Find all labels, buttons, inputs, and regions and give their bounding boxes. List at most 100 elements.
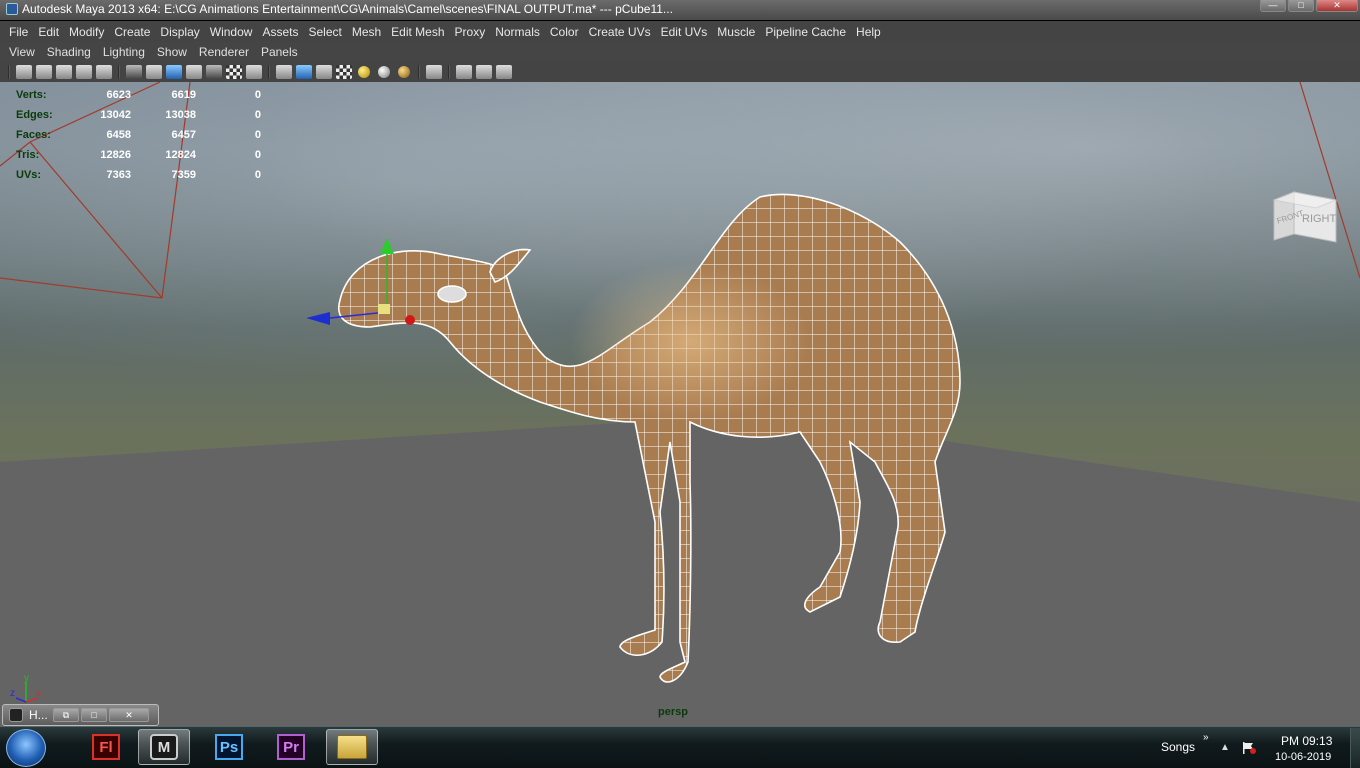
menu-mesh[interactable]: Mesh xyxy=(347,25,386,39)
panel-toolbar xyxy=(0,62,1360,82)
taskbar-app-premiere[interactable]: Pr xyxy=(265,729,317,765)
maya-icon: M xyxy=(150,734,178,760)
taskbar-app-photoshop[interactable]: Ps xyxy=(203,729,255,765)
hud-row-edges: Edges: 13042 13038 0 xyxy=(16,108,261,128)
panel-menu-bar: View Shading Lighting Show Renderer Pane… xyxy=(0,42,1360,62)
all-lights-icon[interactable] xyxy=(378,66,390,78)
menu-create[interactable]: Create xyxy=(109,25,155,39)
start-button[interactable] xyxy=(6,729,46,767)
tray-chevron-icon[interactable]: » xyxy=(1203,732,1209,743)
camera-select-icon[interactable] xyxy=(16,65,32,79)
film-gate-icon[interactable] xyxy=(206,65,222,79)
hud-value: 13038 xyxy=(165,109,196,121)
default-light-icon[interactable] xyxy=(358,66,370,78)
xray-icon[interactable] xyxy=(456,65,472,79)
menu-proxy[interactable]: Proxy xyxy=(450,25,491,39)
show-hidden-icons-button[interactable]: ▲ xyxy=(1220,742,1230,753)
taskbar-app-explorer[interactable] xyxy=(326,729,378,765)
panel-menu-renderer[interactable]: Renderer xyxy=(193,45,255,59)
joints-icon[interactable] xyxy=(496,65,512,79)
menu-help[interactable]: Help xyxy=(851,25,886,39)
action-center-flag-icon[interactable] xyxy=(1241,741,1257,755)
wireframe-icon[interactable] xyxy=(126,65,142,79)
folder-icon xyxy=(337,735,367,759)
hud-label: Faces: xyxy=(16,129,51,141)
axis-label-y: y xyxy=(24,673,29,684)
isolate-select-icon[interactable] xyxy=(426,65,442,79)
viewcube-right-label: RIGHT xyxy=(1302,213,1337,225)
menu-normals[interactable]: Normals xyxy=(490,25,545,39)
taskbar-app-maya[interactable]: M xyxy=(138,729,190,765)
camera-name-label: persp xyxy=(658,706,688,718)
text-overlay-icon[interactable] xyxy=(246,65,262,79)
2d-pan-icon[interactable] xyxy=(226,65,242,79)
window-controls: — □ ✕ xyxy=(1260,0,1358,12)
title-bar: Autodesk Maya 2013 x64: E:\CG Animations… xyxy=(0,0,1360,20)
clock-date[interactable]: 10-06-2019 xyxy=(1275,751,1331,763)
hud-value: 0 xyxy=(254,89,261,101)
axis-label-z: z xyxy=(10,688,15,699)
clock-time[interactable]: PM 09:13 xyxy=(1281,734,1332,748)
maximize-button[interactable]: □ xyxy=(81,708,107,722)
menu-display[interactable]: Display xyxy=(155,25,204,39)
hud-value: 6623 xyxy=(106,89,131,101)
safe-action-icon[interactable] xyxy=(186,65,202,79)
toolbar-separator xyxy=(268,65,270,79)
close-button[interactable]: ✕ xyxy=(109,708,149,722)
hud-row-faces: Faces: 6458 6457 0 xyxy=(16,128,261,148)
backface-icon[interactable] xyxy=(476,65,492,79)
minimized-window[interactable]: H... ⧉ □ ✕ xyxy=(2,704,159,726)
taskbar-app-flash[interactable]: Fl xyxy=(80,729,132,765)
minimized-window-icon xyxy=(9,708,23,722)
panel-menu-view[interactable]: View xyxy=(3,45,41,59)
panel-menu-panels[interactable]: Panels xyxy=(255,45,304,59)
hud-value: 7359 xyxy=(171,169,196,181)
resolution-gate-icon[interactable] xyxy=(146,65,162,79)
panel-menu-lighting[interactable]: Lighting xyxy=(97,45,151,59)
menu-edit-mesh[interactable]: Edit Mesh xyxy=(386,25,449,39)
hud-value: 7363 xyxy=(106,169,131,181)
minimize-button[interactable]: — xyxy=(1260,0,1286,12)
hud-row-verts: Verts: 6623 6619 0 xyxy=(16,88,261,108)
camel-eye xyxy=(437,285,467,303)
menu-edit[interactable]: Edit xyxy=(33,25,64,39)
smooth-shade-icon[interactable] xyxy=(296,65,312,79)
bookmark-icon[interactable] xyxy=(56,65,72,79)
restore-button[interactable]: ⧉ xyxy=(53,708,79,722)
menu-pipeline-cache[interactable]: Pipeline Cache xyxy=(760,25,851,39)
camera-attributes-icon[interactable] xyxy=(36,65,52,79)
hud-value: 6458 xyxy=(106,129,131,141)
menu-edit-uvs[interactable]: Edit UVs xyxy=(656,25,713,39)
hud-value: 6457 xyxy=(171,129,196,141)
field-chart-icon[interactable] xyxy=(166,65,182,79)
menu-muscle[interactable]: Muscle xyxy=(712,25,760,39)
menu-select[interactable]: Select xyxy=(303,25,346,39)
maximize-button[interactable]: □ xyxy=(1288,0,1314,12)
show-desktop-button[interactable] xyxy=(1350,728,1360,768)
menu-create-uvs[interactable]: Create UVs xyxy=(584,25,656,39)
camel-hump-glow xyxy=(570,262,810,422)
menu-color[interactable]: Color xyxy=(545,25,584,39)
hud-row-uvs: UVs: 7363 7359 0 xyxy=(16,168,261,188)
close-button[interactable]: ✕ xyxy=(1316,0,1358,12)
textured-icon[interactable] xyxy=(336,65,352,79)
flat-shade-icon[interactable] xyxy=(316,65,332,79)
menu-modify[interactable]: Modify xyxy=(64,25,109,39)
grid-icon[interactable] xyxy=(96,65,112,79)
wireframe-shade-icon[interactable] xyxy=(276,65,292,79)
hud-value: 0 xyxy=(254,169,261,181)
flash-icon: Fl xyxy=(92,734,120,760)
menu-window[interactable]: Window xyxy=(205,25,258,39)
hud-value: 12824 xyxy=(165,149,196,161)
camel-ear xyxy=(489,248,532,283)
photoshop-icon: Ps xyxy=(215,734,243,760)
menu-file[interactable]: File xyxy=(4,25,33,39)
panel-menu-show[interactable]: Show xyxy=(151,45,193,59)
panel-menu-shading[interactable]: Shading xyxy=(41,45,97,59)
view-cube[interactable]: FRONT RIGHT xyxy=(1272,190,1338,248)
toolbar-separator xyxy=(418,65,420,79)
menu-assets[interactable]: Assets xyxy=(257,25,303,39)
shadows-icon[interactable] xyxy=(398,66,410,78)
image-plane-icon[interactable] xyxy=(76,65,92,79)
tray-toolbar-songs[interactable]: Songs xyxy=(1161,740,1195,754)
